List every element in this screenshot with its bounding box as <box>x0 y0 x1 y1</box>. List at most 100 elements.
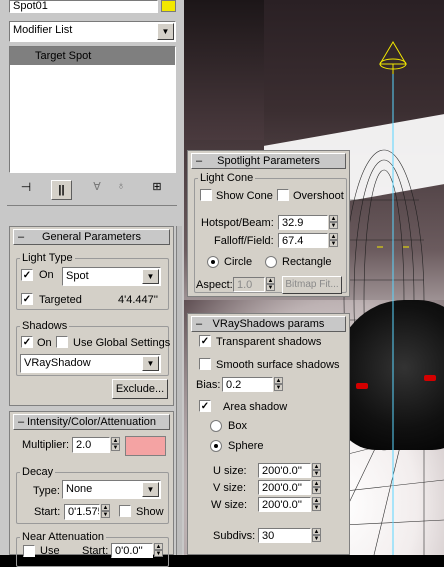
chevron-down-icon[interactable]: ▼ <box>142 269 159 284</box>
general-parameters-rollout: – General Parameters Light Type ✓ On Spo… <box>9 226 174 406</box>
falloff-spinner[interactable]: ▲ ▼ <box>329 233 338 247</box>
show-cone-checkbox[interactable] <box>200 189 212 201</box>
area-shadow-checkbox[interactable]: ✓ <box>199 400 211 412</box>
decay-type-dropdown[interactable]: None ▼ <box>62 480 161 499</box>
rollout-header-general[interactable]: – General Parameters <box>13 229 170 245</box>
overshoot-checkbox[interactable] <box>277 189 289 201</box>
modifier-list-label: Modifier List <box>13 24 73 36</box>
near-start-field[interactable]: 0'0.0'' <box>111 543 153 558</box>
intensity-rollout: – Intensity/Color/Attenuation Multiplier… <box>9 411 174 567</box>
usize-field[interactable]: 200'0.0'' <box>258 463 311 478</box>
multiplier-field[interactable]: 2.0 <box>72 437 110 453</box>
dropdown-value: None <box>66 483 93 495</box>
subdivs-label: Subdivs: <box>213 530 256 542</box>
shadow-type-dropdown[interactable]: VRayShadow ▼ <box>20 354 161 373</box>
radio-label: Box <box>228 420 247 432</box>
multiplier-spinner[interactable]: ▲ ▼ <box>111 437 120 451</box>
radio-label: Sphere <box>228 440 264 452</box>
object-name-field[interactable]: Spot01 <box>9 0 158 13</box>
decay-start-label: Start: <box>34 506 61 518</box>
collapse-icon: – <box>18 416 25 428</box>
checkbox-label: Area shadow <box>223 401 288 413</box>
object-color-swatch[interactable] <box>161 0 176 12</box>
checkbox-label: Smooth surface shadows <box>216 359 340 371</box>
smooth-surface-checkbox[interactable] <box>199 358 211 370</box>
subdivs-field[interactable]: 30 <box>258 528 311 543</box>
checkbox-label: Use Global Settings <box>73 337 171 349</box>
aspect-label: Aspect: <box>196 279 233 291</box>
box-radio[interactable] <box>210 420 222 432</box>
checkbox-label: Overshoot <box>293 190 344 202</box>
decay-start-field[interactable]: 0'1.575 <box>64 504 100 520</box>
falloff-field[interactable]: 67.4 <box>278 233 328 248</box>
chevron-down-icon[interactable]: ▼ <box>157 23 174 40</box>
pin-stack-icon[interactable]: ⊣ <box>16 180 36 198</box>
targeted-checkbox[interactable]: ✓ <box>21 293 33 305</box>
checkbox-label: Show Cone <box>216 190 273 202</box>
near-use-checkbox[interactable] <box>23 545 35 557</box>
bias-spinner[interactable]: ▲ ▼ <box>274 377 283 391</box>
aspect-spinner[interactable]: ▲ ▼ <box>266 277 275 291</box>
wsize-spinner[interactable]: ▲ ▼ <box>312 497 321 511</box>
vsize-spinner[interactable]: ▲ ▼ <box>312 480 321 494</box>
group-label: Shadows <box>20 320 70 332</box>
rollout-title: General Parameters <box>41 231 142 243</box>
rollout-title: Intensity/Color/Attenuation <box>26 416 157 428</box>
panel-scrollbar[interactable] <box>176 226 182 555</box>
hotspot-spinner[interactable]: ▲ ▼ <box>329 215 338 229</box>
chevron-down-icon[interactable]: ▼ <box>142 482 159 497</box>
light-on-checkbox[interactable]: ✓ <box>21 269 33 281</box>
sphere-radio[interactable] <box>210 440 222 452</box>
exclude-button[interactable]: Exclude... <box>112 379 168 399</box>
use-global-settings-checkbox[interactable] <box>56 336 68 348</box>
circle-radio[interactable] <box>207 256 219 268</box>
dropdown-value: VRayShadow <box>24 357 91 369</box>
aspect-field[interactable]: 1.0 <box>233 277 265 292</box>
modifier-list-dropdown[interactable]: Modifier List ▼ <box>9 21 176 42</box>
wsize-field[interactable]: 200'0.0'' <box>258 497 311 512</box>
decay-start-spinner[interactable]: ▲ ▼ <box>101 504 110 518</box>
configure-modifier-sets-icon[interactable]: ⊞ <box>148 180 166 198</box>
multiplier-label: Multiplier: <box>22 439 70 451</box>
checkbox-label: On <box>39 269 54 281</box>
stack-item-target-spot[interactable]: Target Spot <box>10 47 175 65</box>
rollout-header-vrayshadows[interactable]: – VRayShadows params <box>191 316 346 332</box>
usize-label: U size: <box>213 465 247 477</box>
spotlight-parameters-rollout: – Spotlight Parameters Light Cone Show C… <box>187 150 350 297</box>
falloff-label: Falloff/Field: <box>214 235 274 247</box>
make-unique-icon[interactable]: ∀ <box>88 180 106 198</box>
show-decay-checkbox[interactable] <box>119 505 131 517</box>
chevron-down-icon[interactable]: ▼ <box>142 356 159 371</box>
checkbox-label: On <box>37 337 52 349</box>
usize-spinner[interactable]: ▲ ▼ <box>312 463 321 477</box>
vsize-field[interactable]: 200'0.0'' <box>258 480 311 495</box>
light-type-dropdown[interactable]: Spot ▼ <box>62 267 161 286</box>
radio-label: Circle <box>224 256 253 268</box>
command-panel: Spot01 Modifier List ▼ Target Spot ⊣ || … <box>0 0 184 567</box>
collapse-icon: – <box>196 155 203 167</box>
collapse-icon: – <box>196 318 203 330</box>
subdivs-spinner[interactable]: ▲ ▼ <box>312 528 321 542</box>
group-label: Light Type <box>20 252 75 264</box>
group-label: Light Cone <box>198 172 256 184</box>
show-end-result-icon[interactable]: || <box>51 180 72 200</box>
bitmap-fit-button[interactable]: Bitmap Fit... <box>282 276 342 294</box>
bias-field[interactable]: 0.2 <box>222 377 273 392</box>
rollout-header-spotlight[interactable]: – Spotlight Parameters <box>191 153 346 169</box>
rollout-header-intensity[interactable]: – Intensity/Color/Attenuation <box>13 414 170 430</box>
vsize-label: V size: <box>213 482 247 494</box>
rollout-title: Spotlight Parameters <box>217 155 320 167</box>
checkbox-label: Use <box>40 545 60 557</box>
hotspot-field[interactable]: 32.9 <box>278 215 328 230</box>
divider <box>7 205 177 206</box>
modifier-stack[interactable]: Target Spot <box>9 46 176 173</box>
radio-label: Rectangle <box>282 256 332 268</box>
light-color-swatch[interactable] <box>125 436 166 456</box>
hotspot-label: Hotspot/Beam: <box>201 217 274 229</box>
transparent-shadows-checkbox[interactable]: ✓ <box>199 335 211 347</box>
wsize-label: W size: <box>211 499 248 511</box>
remove-modifier-icon[interactable]: ♁ <box>112 180 130 198</box>
shadows-on-checkbox[interactable]: ✓ <box>21 336 33 348</box>
vrayshadows-rollout: – VRayShadows params ✓ Transparent shado… <box>187 313 350 555</box>
rectangle-radio[interactable] <box>265 256 277 268</box>
